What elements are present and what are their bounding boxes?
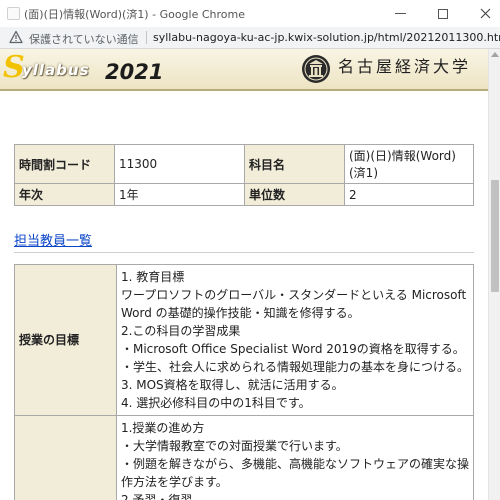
objectives-line: 1. 教育目標 bbox=[120, 270, 185, 284]
scrollbar-thumb[interactable] bbox=[491, 180, 499, 292]
security-status-text[interactable]: 保護されていない通信 bbox=[29, 31, 139, 47]
warning-icon[interactable] bbox=[9, 30, 23, 44]
minimize-button[interactable] bbox=[377, 0, 423, 27]
method-label bbox=[14, 415, 117, 500]
credits-value: 2 bbox=[344, 183, 474, 206]
table-row: 年次 1年 単位数 2 bbox=[14, 183, 474, 206]
objectives-line: ・Microsoft Office Specialist Word 2019の資… bbox=[120, 342, 465, 356]
url-text[interactable]: syllabu-nagoya-ku-ac-jp.kwix-solution.jp… bbox=[153, 31, 500, 44]
maximize-button[interactable] bbox=[420, 0, 466, 27]
method-line: 1.授業の進め方 bbox=[120, 421, 205, 435]
method-line: 作方法を学びます。 bbox=[120, 475, 228, 489]
page-favicon-icon bbox=[7, 7, 20, 20]
table-row: 1.授業の進め方 ・大学情報教室での対面授業で行います。 ・例題を解きながら、多… bbox=[14, 415, 475, 500]
method-line: ・例題を解きながら、多機能、高機能なソフトウェアの確実な操 bbox=[120, 457, 469, 471]
code-value: 11300 bbox=[114, 144, 245, 184]
objectives-line: ・学生、社会人に求められる情報処理能力の基本を身につける。 bbox=[120, 360, 469, 374]
window-title: (面)(日)情報(Word)(済1) - Google Chrome bbox=[24, 8, 245, 21]
objectives-line: 3. MOS資格を取得し、就活に活用する。 bbox=[120, 378, 344, 392]
university-name: 名古屋経済大学 bbox=[338, 57, 472, 76]
objectives-label: 授業の目標 bbox=[14, 264, 117, 416]
close-icon bbox=[480, 8, 490, 19]
method-text: 1.授業の進め方 ・大学情報教室での対面授業で行います。 ・例題を解きながら、多… bbox=[115, 415, 475, 500]
logo-word: yllabus bbox=[22, 61, 90, 79]
syllabus-banner: S yllabus 2021 名古屋経済大学 bbox=[0, 49, 488, 89]
subject-value: (面)(日)情報(Word)(済1) bbox=[344, 144, 474, 184]
objectives-text: 1. 教育目標 ワープロソフトのグローバル・スタンダードといえる Microso… bbox=[115, 264, 475, 416]
close-button[interactable] bbox=[462, 0, 500, 27]
subject-label: 科目名 bbox=[244, 144, 345, 184]
university-seal-icon bbox=[302, 55, 330, 83]
browser-window: (面)(日)情報(Word)(済1) - Google Chrome 保護されて… bbox=[0, 0, 500, 500]
scroll-up-arrow-icon[interactable] bbox=[491, 52, 499, 57]
address-bar[interactable]: 保護されていない通信 syllabu-nagoya-ku-ac-jp.kwix-… bbox=[0, 27, 500, 49]
code-label: 時間割コード bbox=[14, 144, 115, 184]
banner-divider bbox=[0, 89, 488, 91]
title-bar: (面)(日)情報(Word)(済1) - Google Chrome bbox=[0, 0, 500, 27]
objectives-line: ワープロソフトのグローバル・スタンダードといえる Microsoft bbox=[120, 288, 467, 302]
method-line: ・大学情報教室での対面授業で行います。 bbox=[120, 439, 348, 453]
objectives-line: 2.この科目の学習成果 bbox=[120, 324, 241, 338]
minimize-icon bbox=[394, 13, 406, 14]
course-info-table: 時間割コード 11300 科目名 (面)(日)情報(Word)(済1) 年次 1… bbox=[14, 144, 474, 206]
year-value: 1年 bbox=[114, 183, 245, 206]
page-content: S yllabus 2021 名古屋経済大学 時間割コード 11300 科目名 … bbox=[0, 49, 488, 500]
credits-label: 単位数 bbox=[244, 183, 345, 206]
syllabus-detail-table: 授業の目標 1. 教育目標 ワープロソフトのグローバル・スタンダードといえる M… bbox=[14, 264, 475, 500]
section-divider bbox=[14, 252, 474, 253]
table-row: 時間割コード 11300 科目名 (面)(日)情報(Word)(済1) bbox=[14, 144, 474, 184]
address-divider bbox=[146, 31, 147, 44]
objectives-line: Word の基礎的操作技能・知識を修得する。 bbox=[120, 306, 360, 320]
objectives-line: 4. 選択必修科目の中の1科目です。 bbox=[120, 396, 311, 410]
staff-list-link[interactable]: 担当教員一覧 bbox=[14, 230, 92, 249]
method-line: 2.予習・復習 bbox=[120, 493, 193, 500]
maximize-icon bbox=[438, 8, 448, 19]
logo-year: 2021 bbox=[105, 60, 164, 84]
year-label: 年次 bbox=[14, 183, 115, 206]
table-row: 授業の目標 1. 教育目標 ワープロソフトのグローバル・スタンダードといえる M… bbox=[14, 264, 475, 416]
vertical-scrollbar[interactable] bbox=[488, 49, 500, 500]
